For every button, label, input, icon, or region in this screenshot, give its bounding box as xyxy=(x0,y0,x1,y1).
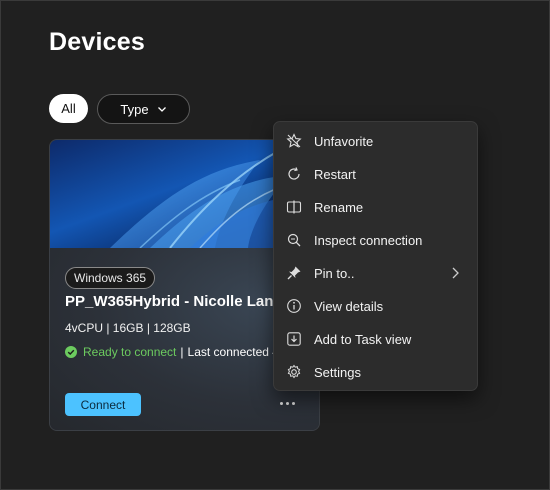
status-text: Ready to connect xyxy=(83,345,177,359)
task-view-icon xyxy=(286,331,302,347)
menu-item-label: Add to Task view xyxy=(314,331,412,347)
menu-item-unfavorite[interactable]: Unfavorite xyxy=(278,126,473,156)
menu-item-view-details[interactable]: View details xyxy=(278,291,473,321)
menu-item-label: Rename xyxy=(314,199,364,215)
status-separator: | xyxy=(180,345,184,359)
device-type-badge: Windows 365 xyxy=(65,267,156,289)
menu-item-label: Restart xyxy=(314,166,356,182)
menu-item-label: Inspect connection xyxy=(314,232,423,248)
inspect-icon xyxy=(286,232,302,248)
check-circle-icon xyxy=(65,346,77,358)
menu-item-rename[interactable]: Rename xyxy=(278,192,473,222)
device-specs: 4vCPU | 16GB | 128GB xyxy=(65,321,191,335)
star-off-icon xyxy=(286,133,302,149)
rename-icon xyxy=(286,199,302,215)
menu-item-restart[interactable]: Restart xyxy=(278,159,473,189)
last-connected-text: Last connected 4 xyxy=(187,345,279,359)
status-row: Ready to connect | Last connected 4 xyxy=(65,345,279,359)
restart-icon xyxy=(286,166,302,182)
info-icon xyxy=(286,298,302,314)
context-menu: Unfavorite Restart Rename Inspect connec… xyxy=(273,121,478,391)
chevron-right-icon xyxy=(449,266,461,280)
more-options-button[interactable] xyxy=(277,395,297,411)
pin-icon xyxy=(286,265,302,281)
menu-item-pin-to[interactable]: Pin to.. xyxy=(278,258,473,288)
menu-item-add-to-task-view[interactable]: Add to Task view xyxy=(278,324,473,354)
page-title: Devices xyxy=(49,28,145,56)
filter-type-label: Type xyxy=(120,101,149,117)
filter-type-dropdown[interactable]: Type xyxy=(97,94,190,124)
menu-item-settings[interactable]: Settings xyxy=(278,357,473,387)
menu-item-label: Settings xyxy=(314,364,361,380)
settings-icon xyxy=(286,364,302,380)
app-window: Devices All Type Windows 365 PP_W365Hybr… xyxy=(0,0,550,490)
menu-item-inspect-connection[interactable]: Inspect connection xyxy=(278,225,473,255)
menu-item-label: View details xyxy=(314,298,384,314)
menu-item-label: Pin to.. xyxy=(314,265,355,281)
filter-all-chip[interactable]: All xyxy=(49,94,88,123)
connect-button[interactable]: Connect xyxy=(65,393,141,416)
menu-item-label: Unfavorite xyxy=(314,133,374,149)
chevron-down-icon xyxy=(157,104,167,114)
